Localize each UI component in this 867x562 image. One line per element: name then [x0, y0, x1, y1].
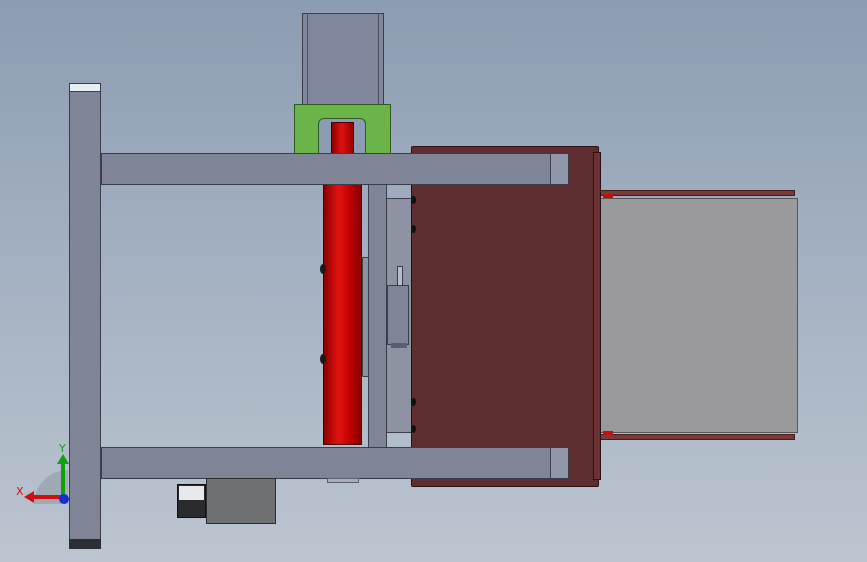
left-vertical-post[interactable]: [69, 83, 101, 549]
z-axis-dot: [59, 494, 69, 504]
bolt-small: [397, 266, 403, 286]
tray-pin-top: [603, 194, 613, 198]
roller-end-bottom: [327, 478, 359, 483]
stepper-motor-edge-right: [378, 13, 379, 107]
mounting-plate[interactable]: [411, 146, 599, 487]
top-beam-endcap-overlay: [550, 153, 569, 185]
y-axis-arrowhead: [57, 454, 69, 464]
cad-viewport[interactable]: X Y: [0, 0, 867, 562]
axis-y-label: Y: [59, 442, 66, 455]
plate-lip: [593, 152, 601, 480]
plate-hole-4: [411, 425, 416, 433]
gearbox[interactable]: [206, 478, 276, 524]
tray-rail-bottom[interactable]: [600, 434, 795, 440]
axis-x-label: X: [16, 485, 24, 498]
x-axis-arrowhead: [24, 491, 34, 503]
center-bar-thin: [362, 257, 369, 377]
roller-shaft-top[interactable]: [331, 122, 354, 156]
red-roller[interactable]: [323, 183, 362, 445]
bottom-beam-overlay: [411, 447, 569, 479]
bottom-beam-endcap-overlay: [550, 447, 569, 479]
bolt-small-2: [391, 343, 407, 348]
left-post-cap-top: [69, 83, 101, 92]
roller-hole-1: [320, 264, 326, 274]
y-axis-arrow: [61, 458, 65, 498]
roller-hole-2: [320, 354, 326, 364]
tray-body[interactable]: [598, 198, 798, 433]
plate-hole-2: [411, 225, 416, 233]
stepper-motor-edge-left: [307, 13, 308, 107]
stepper-motor[interactable]: [302, 13, 384, 107]
tray-pin-bottom: [603, 431, 613, 435]
left-post-cap-bottom: [69, 539, 101, 549]
top-beam-overlay: [411, 153, 569, 185]
center-vertical-bar[interactable]: [368, 183, 387, 448]
plate-hole-1: [411, 196, 416, 204]
tray-rail-top[interactable]: [600, 190, 795, 196]
plate-hole-3: [411, 398, 416, 406]
inner-bracket-detail: [387, 285, 409, 345]
small-motor-face: [179, 486, 204, 500]
